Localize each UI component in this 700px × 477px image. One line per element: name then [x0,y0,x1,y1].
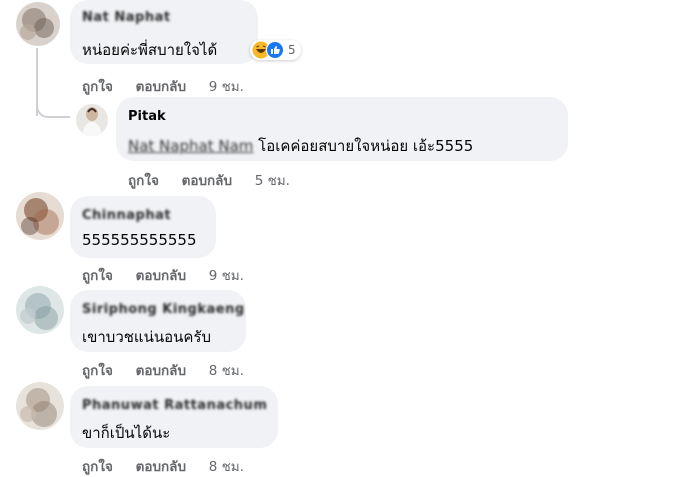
comment-text: หน่อยค่ะพี่สบายใจได้ [82,41,218,59]
reply-button[interactable]: ตอบกลับ [136,268,186,284]
comment-author[interactable]: Pitak [128,109,166,124]
like-button[interactable]: ถูกใจ [82,459,113,475]
like-button[interactable]: ถูกใจ [82,268,113,284]
reply-button[interactable]: ตอบกลับ [136,79,186,95]
comment-author[interactable]: Phanuwat Rattanachum [82,398,267,413]
avatar[interactable] [16,2,60,46]
like-button[interactable]: ถูกใจ [82,363,113,379]
comment-text: 555555555555 [82,231,197,249]
avatar[interactable] [76,104,108,136]
like-button[interactable]: ถูกใจ [82,79,113,95]
comment-text: เขาบวชแน่นอนครับ [82,328,211,346]
comment-author[interactable]: Chinnaphat [82,208,171,223]
reply-connector [36,100,70,118]
reply-button[interactable]: ตอบกลับ [136,459,186,475]
comment-text: Nat Naphat Nam โอเคค่อยสบายใจหน่อย เอ้ะ5… [128,134,473,158]
comment-actions: ถูกใจ ตอบกลับ 9 ชม. [82,75,244,97]
reply-button[interactable]: ตอบกลับ [182,173,232,189]
reaction-count: 5 [288,43,296,57]
reaction-summary[interactable]: 5 [250,40,301,60]
comment-body: โอเคค่อยสบายใจหน่อย เอ้ะ5555 [258,137,474,155]
comment-timestamp[interactable]: 8 ชม. [209,363,244,379]
comment-actions: ถูกใจ ตอบกลับ 9 ชม. [82,264,244,286]
comment-timestamp[interactable]: 9 ชม. [209,268,244,284]
comment-actions: ถูกใจ ตอบกลับ 8 ชม. [82,359,244,381]
comment-text: ขาก็เป็นได้นะ [82,424,171,442]
comment-actions: ถูกใจ ตอบกลับ 8 ชม. [82,455,244,477]
comment-author[interactable]: Nat Naphat [82,10,171,25]
like-button[interactable]: ถูกใจ [128,173,159,189]
comment-actions: ถูกใจ ตอบกลับ 5 ชม. [128,169,290,191]
comment-timestamp[interactable]: 9 ชม. [209,79,244,95]
comment-timestamp[interactable]: 8 ชม. [209,459,244,475]
reply-button[interactable]: ตอบกลับ [136,363,186,379]
mention-link[interactable]: Nat Naphat Nam [128,137,253,155]
avatar[interactable] [16,192,64,240]
like-reaction-icon [266,41,284,59]
avatar[interactable] [16,382,64,430]
comment-author[interactable]: Siriphong Kingkaeng [82,302,245,317]
comment-timestamp[interactable]: 5 ชม. [255,173,290,189]
avatar[interactable] [16,286,64,334]
